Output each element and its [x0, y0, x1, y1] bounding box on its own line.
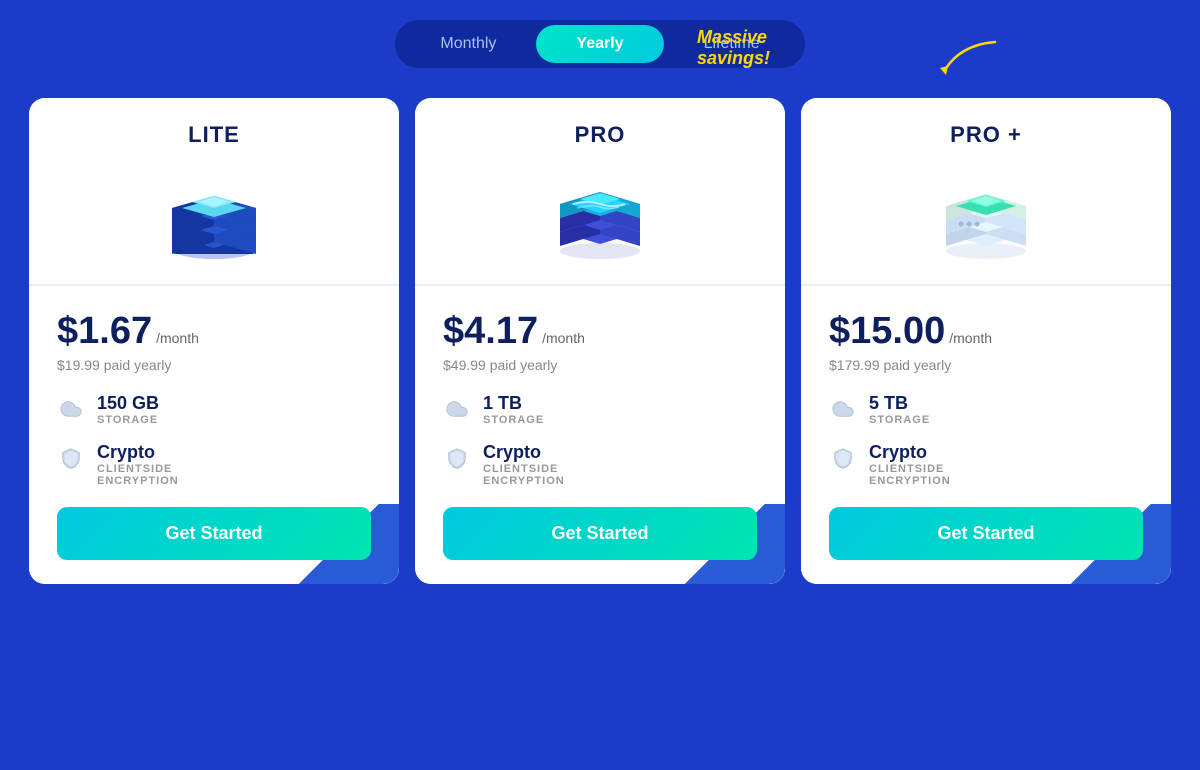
- storage-label-pro: STORAGE: [483, 414, 544, 426]
- shield-icon-lite: [57, 444, 85, 472]
- storage-value-lite: 150 GB: [97, 393, 159, 414]
- price-main-lite: $1.67: [57, 310, 152, 353]
- price-main-proplus: $15.00: [829, 310, 945, 353]
- price-yearly-proplus: $179.99 paid yearly: [829, 357, 1143, 373]
- feature-text-storage-pro: 1 TB STORAGE: [483, 393, 544, 426]
- price-period-proplus: /month: [949, 330, 992, 346]
- crypto-label-pro: CLIENTSIDE ENCRYPTION: [483, 463, 565, 487]
- crypto-label-proplus: CLIENTSIDE ENCRYPTION: [869, 463, 951, 487]
- price-yearly-pro: $49.99 paid yearly: [443, 357, 757, 373]
- tab-yearly[interactable]: Yearly: [536, 25, 663, 63]
- price-period-lite: /month: [156, 330, 199, 346]
- price-yearly-lite: $19.99 paid yearly: [57, 357, 371, 373]
- cloud-icon-lite: [57, 395, 85, 423]
- get-started-proplus[interactable]: Get Started: [829, 507, 1143, 560]
- feature-text-crypto-proplus: Crypto CLIENTSIDE ENCRYPTION: [869, 442, 951, 487]
- card-top-proplus: PRO +: [801, 98, 1171, 286]
- card-bottom-pro: $4.17 /month $49.99 paid yearly 1 TB STO…: [415, 286, 785, 584]
- savings-arrow-icon: [940, 40, 1000, 75]
- feature-crypto-proplus: Crypto CLIENTSIDE ENCRYPTION: [829, 442, 1143, 487]
- plan-icon-lite: [154, 164, 274, 264]
- feature-storage-lite: 150 GB STORAGE: [57, 393, 371, 426]
- plans-container: LITE: [0, 98, 1200, 584]
- shield-icon-pro: [443, 444, 471, 472]
- plan-name-lite: LITE: [53, 122, 375, 148]
- crypto-label-lite: CLIENTSIDE ENCRYPTION: [97, 463, 179, 487]
- cloud-icon-pro: [443, 395, 471, 423]
- crypto-value-proplus: Crypto: [869, 442, 951, 463]
- plan-name-proplus: PRO +: [825, 122, 1147, 148]
- header: Monthly Yearly Lifetime Massive savings!: [0, 0, 1200, 98]
- card-bottom-proplus: $15.00 /month $179.99 paid yearly 5 TB S…: [801, 286, 1171, 584]
- savings-label: Massive savings!: [697, 27, 770, 69]
- get-started-pro[interactable]: Get Started: [443, 507, 757, 560]
- price-row-pro: $4.17 /month: [443, 310, 757, 353]
- feature-text-storage-proplus: 5 TB STORAGE: [869, 393, 930, 426]
- feature-storage-proplus: 5 TB STORAGE: [829, 393, 1143, 426]
- storage-label-lite: STORAGE: [97, 414, 159, 426]
- feature-text-storage-lite: 150 GB STORAGE: [97, 393, 159, 426]
- feature-crypto-lite: Crypto CLIENTSIDE ENCRYPTION: [57, 442, 371, 487]
- card-bottom-lite: $1.67 /month $19.99 paid yearly 150 GB S…: [29, 286, 399, 584]
- feature-crypto-pro: Crypto CLIENTSIDE ENCRYPTION: [443, 442, 757, 487]
- crypto-value-pro: Crypto: [483, 442, 565, 463]
- plan-icon-proplus: [926, 164, 1046, 264]
- card-top-lite: LITE: [29, 98, 399, 286]
- plan-name-pro: PRO: [439, 122, 761, 148]
- card-top-pro: PRO: [415, 98, 785, 286]
- price-main-pro: $4.17: [443, 310, 538, 353]
- feature-storage-pro: 1 TB STORAGE: [443, 393, 757, 426]
- plan-card-pro: PRO: [415, 98, 785, 584]
- feature-text-crypto-lite: Crypto CLIENTSIDE ENCRYPTION: [97, 442, 179, 487]
- plan-card-lite: LITE: [29, 98, 399, 584]
- storage-value-proplus: 5 TB: [869, 393, 930, 414]
- plan-icon-pro: [540, 164, 660, 264]
- get-started-lite[interactable]: Get Started: [57, 507, 371, 560]
- price-period-pro: /month: [542, 330, 585, 346]
- storage-value-pro: 1 TB: [483, 393, 544, 414]
- tab-monthly[interactable]: Monthly: [400, 25, 536, 63]
- storage-label-proplus: STORAGE: [869, 414, 930, 426]
- shield-icon-proplus: [829, 444, 857, 472]
- price-row-lite: $1.67 /month: [57, 310, 371, 353]
- feature-text-crypto-pro: Crypto CLIENTSIDE ENCRYPTION: [483, 442, 565, 487]
- price-row-proplus: $15.00 /month: [829, 310, 1143, 353]
- crypto-value-lite: Crypto: [97, 442, 179, 463]
- plan-card-proplus: PRO +: [801, 98, 1171, 584]
- cloud-icon-proplus: [829, 395, 857, 423]
